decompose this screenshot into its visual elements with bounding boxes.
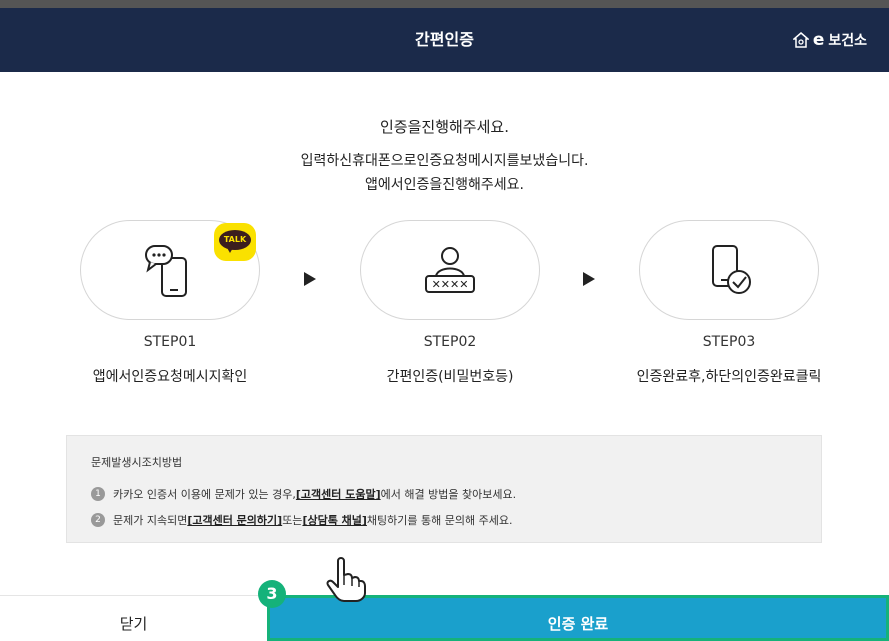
user-password-icon: ✕✕✕✕ [425, 247, 475, 293]
phone-chat-icon [145, 245, 187, 297]
intro-line-3: 앱에서인증을진행해주세요. [364, 177, 524, 193]
help-item-1: 1 카카오 인증서 이용에 문제가 있는 경우, [고객센터 도움말] 에서 해… [91, 486, 797, 502]
help-text: 카카오 인증서 이용에 문제가 있는 경우, [113, 488, 296, 501]
step-number-badge: 3 [258, 580, 286, 608]
modal-footer: 닫기 인증 완료 [0, 595, 889, 641]
intro-line-2: 입력하신휴대폰으로인증요청메시지를보냈습니다. [300, 153, 589, 169]
step2-circle: ✕✕✕✕ [360, 220, 540, 320]
chat-channel-link[interactable]: [상담톡 채널] [302, 512, 366, 528]
number-badge: 2 [91, 513, 105, 527]
svg-text:✕✕✕✕: ✕✕✕✕ [432, 278, 469, 291]
help-center-link[interactable]: [고객센터 도움말] [296, 486, 381, 502]
modal-title: 간편인증 [415, 30, 474, 49]
step1-label: STEP01 [143, 334, 197, 350]
contact-link[interactable]: [고객센터 문의하기] [187, 512, 282, 528]
intro-heading: 인증을진행해주세요. [380, 118, 509, 136]
arrow-right-icon-2 [583, 272, 595, 286]
home-icon [792, 32, 809, 48]
logo-text: 보건소 [828, 33, 867, 49]
help-text: 에서 해결 방법을 찾아보세요. [380, 488, 517, 501]
top-strip [0, 0, 889, 8]
step2-desc: 간편인증(비밀번호등) [386, 369, 514, 385]
talk-label: TALK [219, 230, 251, 250]
hand-pointer-icon [326, 557, 366, 602]
step2-label: STEP02 [423, 334, 477, 350]
health-center-logo: e 보건소 [792, 30, 867, 50]
help-item-2: 2 문제가 지속되면 [고객센터 문의하기] 또는 [상담톡 채널] 채팅하기를… [91, 512, 797, 528]
auth-modal [0, 8, 889, 641]
close-button[interactable]: 닫기 [0, 595, 267, 641]
help-text: 또는 [282, 514, 303, 527]
number-badge: 1 [91, 487, 105, 501]
help-text: 채팅하기를 통해 문의해 주세요. [366, 514, 513, 527]
step3-desc: 인증완료후,하단의인증완료클릭 [636, 369, 822, 385]
step3-circle [639, 220, 819, 320]
help-title: 문제발생시조치방법 [91, 456, 183, 469]
step3-label: STEP03 [702, 334, 756, 350]
help-text: 문제가 지속되면 [113, 514, 188, 527]
arrow-right-icon [304, 272, 316, 286]
troubleshooting-box: 문제발생시조치방법 1 카카오 인증서 이용에 문제가 있는 경우, [고객센터… [66, 435, 822, 543]
phone-check-icon [712, 245, 751, 294]
logo-prefix: e [812, 30, 825, 50]
kakaotalk-icon: TALK [214, 223, 256, 261]
modal-header: 간편인증 e 보건소 [0, 8, 889, 72]
step1-desc: 앱에서인증요청메시지확인 [92, 369, 248, 385]
